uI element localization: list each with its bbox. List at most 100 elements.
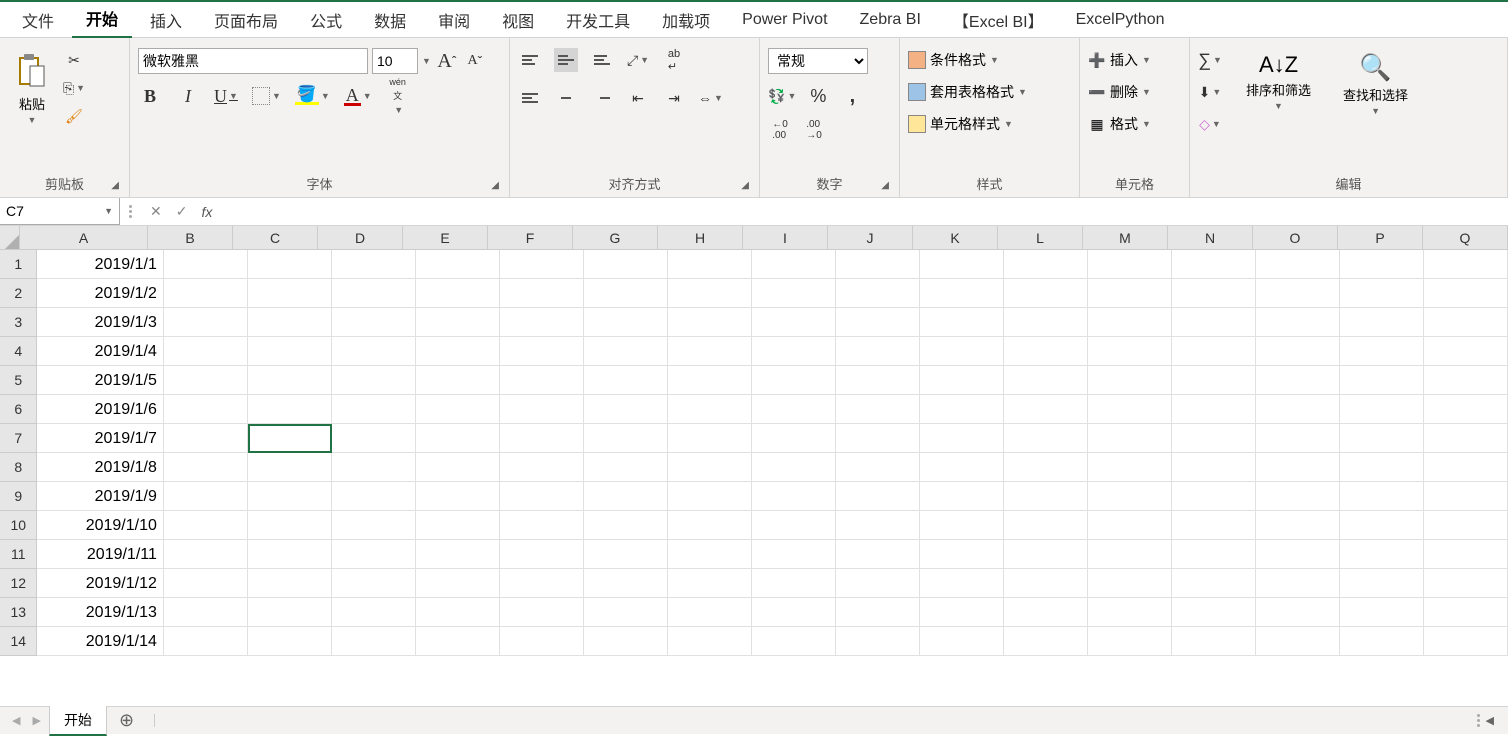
cell-O1[interactable] bbox=[1256, 250, 1340, 279]
cell-Q8[interactable] bbox=[1424, 453, 1508, 482]
cell-N6[interactable] bbox=[1172, 395, 1256, 424]
cell-K1[interactable] bbox=[920, 250, 1004, 279]
cell-I3[interactable] bbox=[752, 308, 836, 337]
cell-F11[interactable] bbox=[500, 540, 584, 569]
cell-M7[interactable] bbox=[1088, 424, 1172, 453]
cell-H1[interactable] bbox=[668, 250, 752, 279]
format-painter-button[interactable]: 🖌 bbox=[62, 104, 86, 128]
cell-M1[interactable] bbox=[1088, 250, 1172, 279]
cell-K11[interactable] bbox=[920, 540, 1004, 569]
cell-K12[interactable] bbox=[920, 569, 1004, 598]
column-header-L[interactable]: L bbox=[998, 226, 1083, 250]
sheet-nav-prev[interactable]: ◀ bbox=[8, 714, 24, 727]
cell-C13[interactable] bbox=[248, 598, 332, 627]
cell-I5[interactable] bbox=[752, 366, 836, 395]
cell-N8[interactable] bbox=[1172, 453, 1256, 482]
row-header-1[interactable]: 1 bbox=[0, 250, 37, 279]
cell-P13[interactable] bbox=[1340, 598, 1424, 627]
cell-J13[interactable] bbox=[836, 598, 920, 627]
cell-I10[interactable] bbox=[752, 511, 836, 540]
align-right-button[interactable] bbox=[590, 86, 614, 110]
cell-P10[interactable] bbox=[1340, 511, 1424, 540]
align-left-button[interactable] bbox=[518, 86, 542, 110]
cell-L6[interactable] bbox=[1004, 395, 1088, 424]
cell-styles-button[interactable]: 单元格样式▼ bbox=[908, 112, 1013, 136]
cell-B1[interactable] bbox=[164, 250, 248, 279]
cell-I12[interactable] bbox=[752, 569, 836, 598]
cell-J11[interactable] bbox=[836, 540, 920, 569]
sort-filter-button[interactable]: A↓Z 排序和筛选 ▼ bbox=[1238, 48, 1319, 115]
fill-button[interactable]: ⬇▼ bbox=[1198, 80, 1222, 104]
cell-H4[interactable] bbox=[668, 337, 752, 366]
phonetic-button[interactable]: wén 文 ▼ bbox=[386, 84, 410, 108]
cell-A10[interactable]: 2019/1/10 bbox=[37, 511, 163, 540]
cell-B7[interactable] bbox=[164, 424, 248, 453]
format-as-table-button[interactable]: 套用表格格式▼ bbox=[908, 80, 1027, 104]
cell-F4[interactable] bbox=[500, 337, 584, 366]
cell-B5[interactable] bbox=[164, 366, 248, 395]
cell-D1[interactable] bbox=[332, 250, 416, 279]
comma-button[interactable]: , bbox=[840, 84, 864, 108]
cell-C1[interactable] bbox=[248, 250, 332, 279]
cell-G6[interactable] bbox=[584, 395, 668, 424]
cell-J14[interactable] bbox=[836, 627, 920, 656]
tab-developer[interactable]: 开发工具 bbox=[552, 2, 644, 38]
row-header-11[interactable]: 11 bbox=[0, 540, 37, 569]
column-header-H[interactable]: H bbox=[658, 226, 743, 250]
cell-G14[interactable] bbox=[584, 627, 668, 656]
cell-J7[interactable] bbox=[836, 424, 920, 453]
cell-E8[interactable] bbox=[416, 453, 500, 482]
cell-O5[interactable] bbox=[1256, 366, 1340, 395]
column-header-G[interactable]: G bbox=[573, 226, 658, 250]
italic-button[interactable]: I bbox=[176, 84, 200, 108]
row-header-7[interactable]: 7 bbox=[0, 424, 37, 453]
cell-H14[interactable] bbox=[668, 627, 752, 656]
insert-cells-button[interactable]: ➕插入▼ bbox=[1088, 48, 1151, 72]
cell-L1[interactable] bbox=[1004, 250, 1088, 279]
add-sheet-button[interactable]: ⊕ bbox=[111, 710, 142, 731]
cell-L12[interactable] bbox=[1004, 569, 1088, 598]
column-header-M[interactable]: M bbox=[1083, 226, 1168, 250]
cell-G11[interactable] bbox=[584, 540, 668, 569]
cell-K8[interactable] bbox=[920, 453, 1004, 482]
delete-cells-button[interactable]: ➖删除▼ bbox=[1088, 80, 1151, 104]
cell-O12[interactable] bbox=[1256, 569, 1340, 598]
cell-E2[interactable] bbox=[416, 279, 500, 308]
cell-Q3[interactable] bbox=[1424, 308, 1508, 337]
cell-N9[interactable] bbox=[1172, 482, 1256, 511]
cell-E1[interactable] bbox=[416, 250, 500, 279]
cell-N5[interactable] bbox=[1172, 366, 1256, 395]
cell-F12[interactable] bbox=[500, 569, 584, 598]
cell-B9[interactable] bbox=[164, 482, 248, 511]
cell-C7[interactable] bbox=[248, 424, 332, 453]
cell-E12[interactable] bbox=[416, 569, 500, 598]
cell-D2[interactable] bbox=[332, 279, 416, 308]
cell-I9[interactable] bbox=[752, 482, 836, 511]
enter-formula-button[interactable]: ✓ bbox=[176, 203, 188, 220]
fill-color-button[interactable]: 🪣▼ bbox=[295, 84, 330, 108]
cell-A14[interactable]: 2019/1/14 bbox=[37, 627, 163, 656]
format-cells-button[interactable]: ▦格式▼ bbox=[1088, 112, 1151, 136]
cell-H6[interactable] bbox=[668, 395, 752, 424]
cell-D4[interactable] bbox=[332, 337, 416, 366]
tab-excelbi[interactable]: 【Excel BI】 bbox=[939, 2, 1058, 38]
cell-G1[interactable] bbox=[584, 250, 668, 279]
cell-P7[interactable] bbox=[1340, 424, 1424, 453]
cell-M6[interactable] bbox=[1088, 395, 1172, 424]
cell-H10[interactable] bbox=[668, 511, 752, 540]
cell-A4[interactable]: 2019/1/4 bbox=[37, 337, 163, 366]
cell-E13[interactable] bbox=[416, 598, 500, 627]
cell-N7[interactable] bbox=[1172, 424, 1256, 453]
copy-button[interactable]: ⎘▼ bbox=[62, 76, 86, 100]
cell-Q6[interactable] bbox=[1424, 395, 1508, 424]
insert-function-button[interactable]: fx bbox=[201, 204, 212, 220]
cell-M13[interactable] bbox=[1088, 598, 1172, 627]
cell-K4[interactable] bbox=[920, 337, 1004, 366]
cell-M9[interactable] bbox=[1088, 482, 1172, 511]
cell-A2[interactable]: 2019/1/2 bbox=[37, 279, 163, 308]
cell-D11[interactable] bbox=[332, 540, 416, 569]
row-header-3[interactable]: 3 bbox=[0, 308, 37, 337]
cell-B8[interactable] bbox=[164, 453, 248, 482]
tab-insert[interactable]: 插入 bbox=[136, 2, 196, 38]
cell-N14[interactable] bbox=[1172, 627, 1256, 656]
